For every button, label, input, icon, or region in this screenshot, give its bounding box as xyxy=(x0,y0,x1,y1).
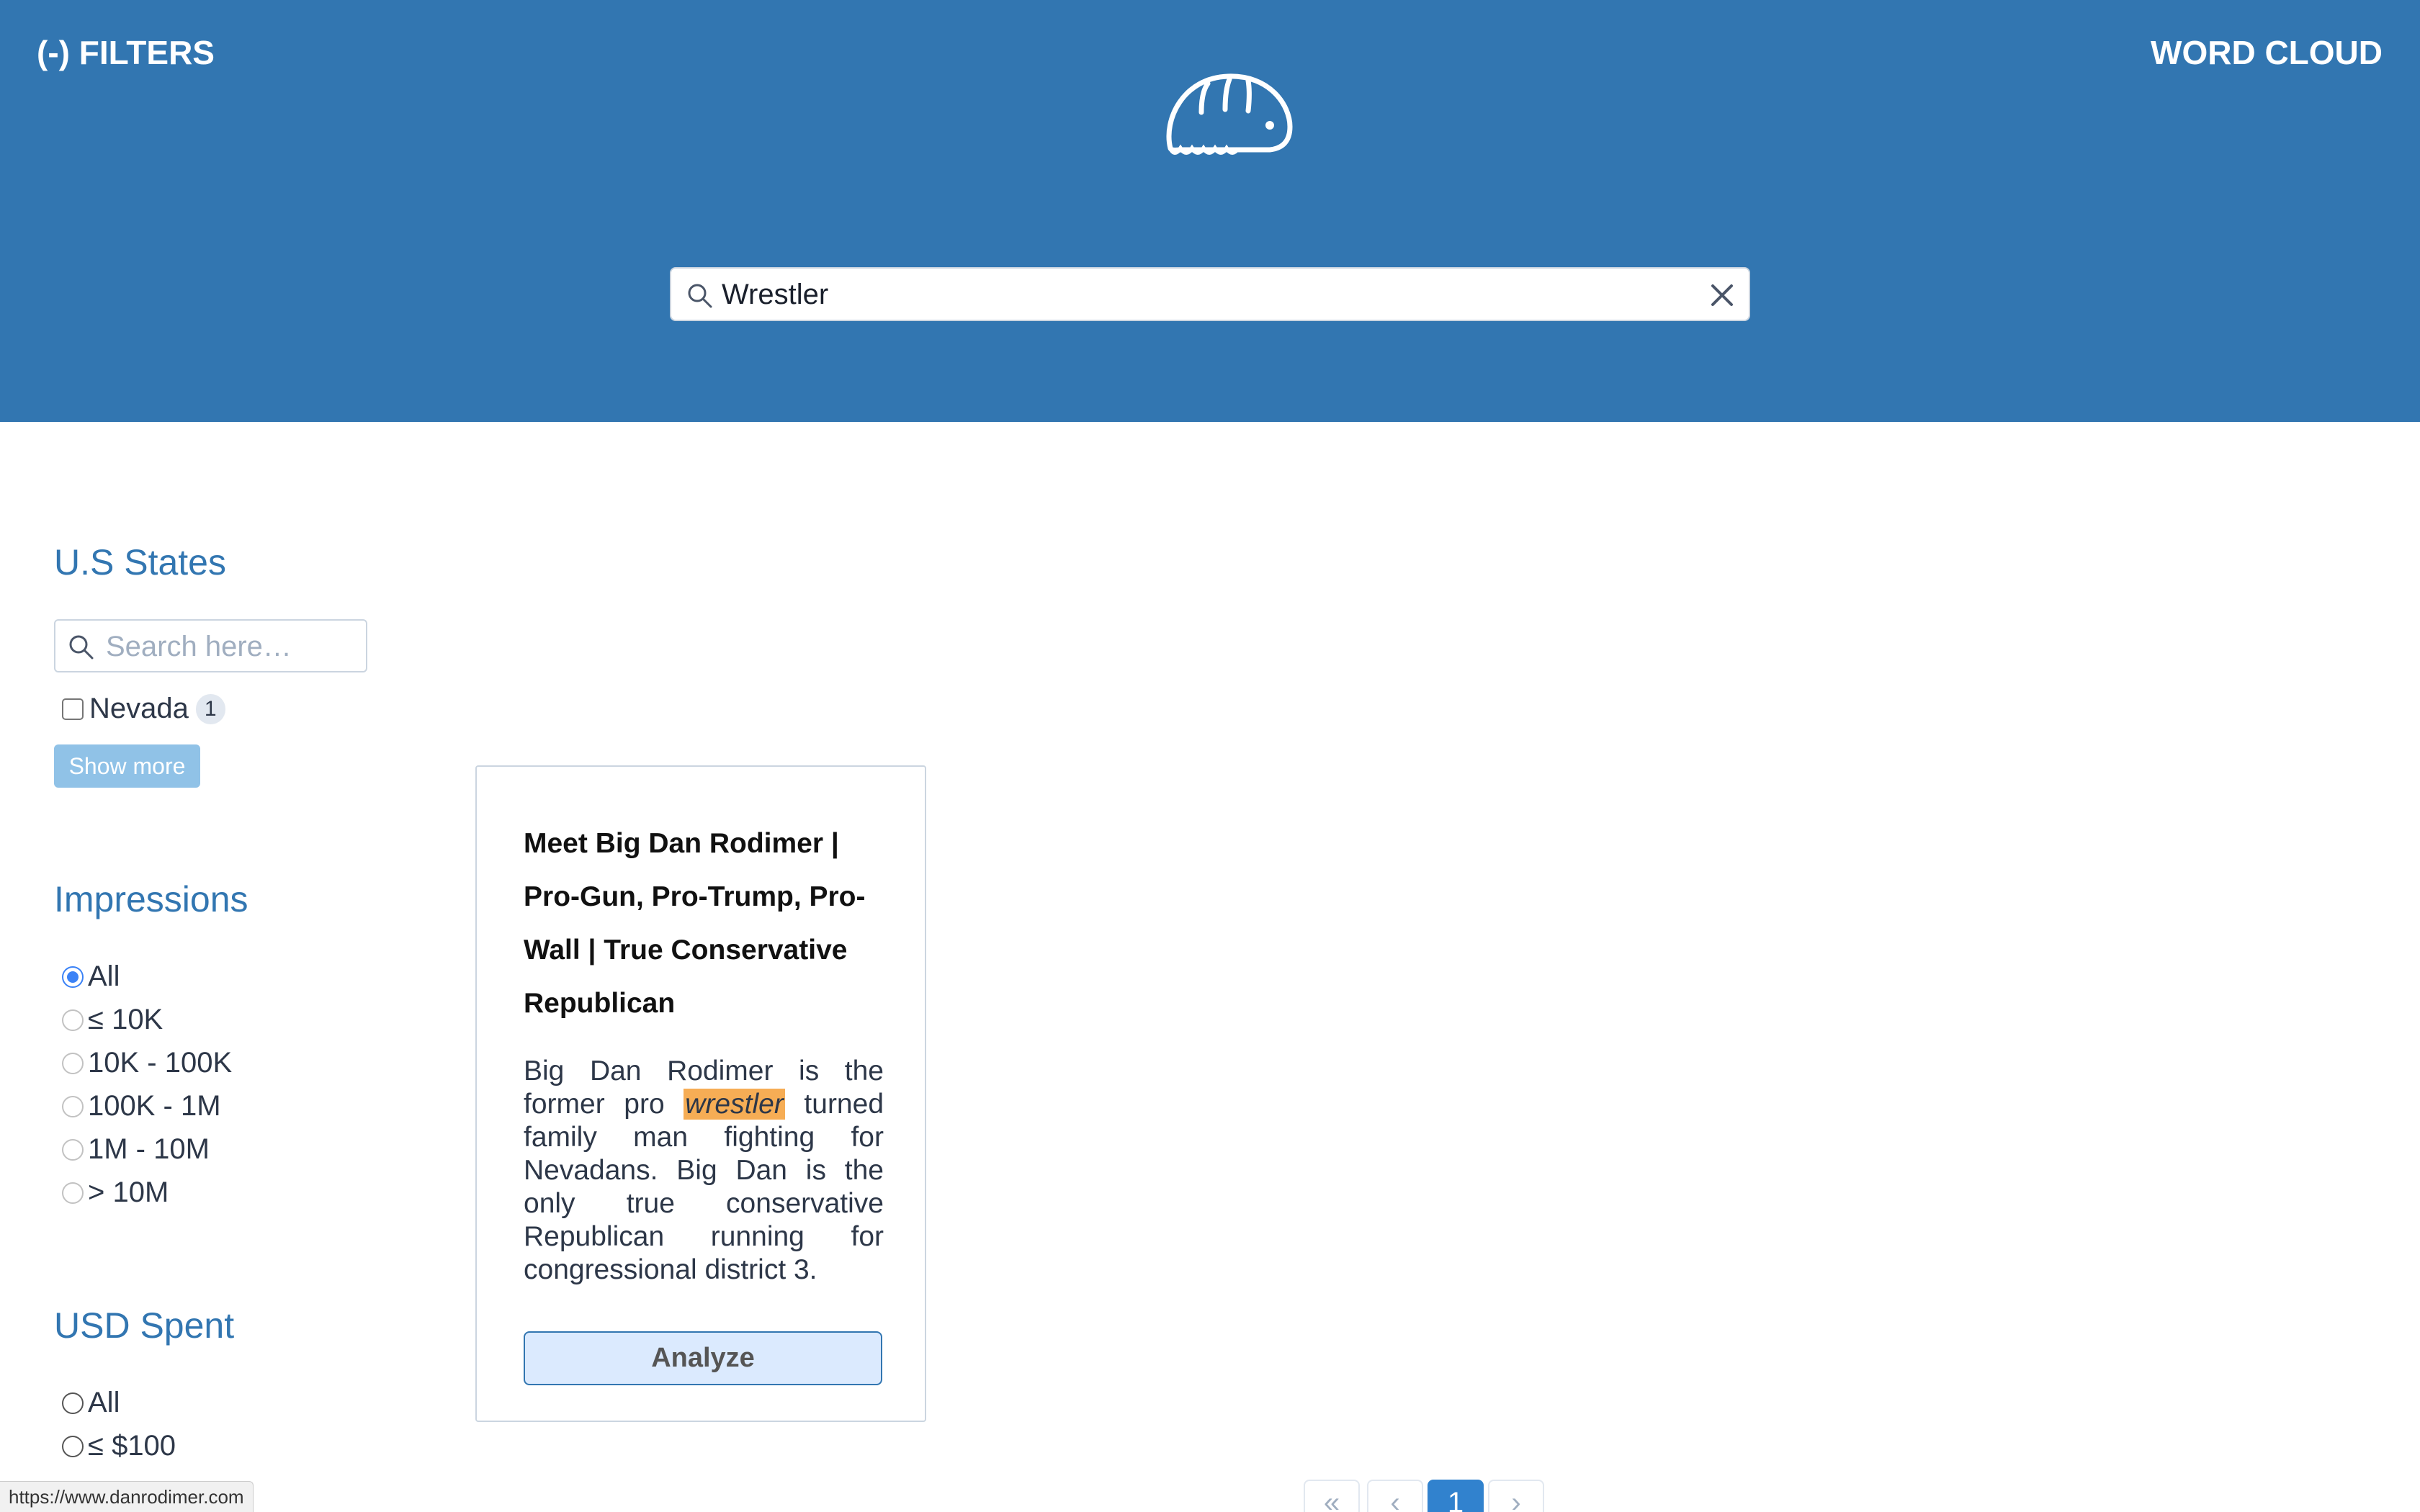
filters-toggle-button[interactable]: (-) FILTERS xyxy=(37,33,215,72)
state-label: Nevada xyxy=(89,693,189,724)
impressions-option-10k[interactable]: ≤ 10K xyxy=(62,1004,163,1036)
radio-label: > 10M xyxy=(88,1176,169,1208)
radio-label: All xyxy=(88,960,120,992)
word-cloud-link[interactable]: WORD CLOUD xyxy=(2151,33,2383,72)
page-1-button[interactable]: 1 xyxy=(1428,1480,1484,1512)
armadillo-logo-icon[interactable] xyxy=(1162,69,1296,164)
show-more-button[interactable]: Show more xyxy=(54,744,200,788)
main-search-bar[interactable]: Wrestler xyxy=(670,267,1750,321)
states-search-placeholder: Search here… xyxy=(106,631,292,662)
header-banner: (-) FILTERS WORD CLOUD Wrestler xyxy=(0,0,2420,422)
radio-button[interactable] xyxy=(62,966,84,988)
usd-option-100[interactable]: ≤ $100 xyxy=(62,1430,176,1462)
radio-button[interactable] xyxy=(62,1052,84,1074)
impressions-option-10m-plus[interactable]: > 10M xyxy=(62,1176,169,1209)
radio-button[interactable] xyxy=(62,1182,84,1204)
impressions-option-100k-1m[interactable]: 100K - 1M xyxy=(62,1090,221,1122)
prev-page-button[interactable]: ‹ xyxy=(1367,1480,1423,1512)
ad-result-card: Meet Big Dan Rodimer | Pro-Gun, Pro-Trum… xyxy=(475,765,926,1422)
close-icon[interactable] xyxy=(1707,280,1737,310)
radio-label: ≤ 10K xyxy=(88,1004,163,1035)
radio-button[interactable] xyxy=(62,1138,84,1161)
next-page-button[interactable]: › xyxy=(1488,1480,1544,1512)
impressions-section-title: Impressions xyxy=(54,879,248,919)
search-icon xyxy=(69,635,94,660)
radio-label: 10K - 100K xyxy=(88,1047,233,1079)
radio-button[interactable] xyxy=(62,1009,84,1031)
count-badge: 1 xyxy=(195,693,225,724)
ad-body: Big Dan Rodimer is the former pro wrestl… xyxy=(524,1055,884,1287)
search-icon xyxy=(688,284,712,308)
first-page-button[interactable]: « xyxy=(1304,1480,1360,1512)
usd-spent-section-title: USD Spent xyxy=(54,1305,235,1346)
impressions-option-all[interactable]: All xyxy=(62,960,120,993)
impressions-option-10k-100k[interactable]: 10K - 100K xyxy=(62,1047,232,1079)
radio-label: 1M - 10M xyxy=(88,1133,210,1165)
states-section-title: U.S States xyxy=(54,542,226,582)
states-search-field[interactable]: Search here… xyxy=(54,619,367,672)
ad-title: Meet Big Dan Rodimer | Pro-Gun, Pro-Trum… xyxy=(524,828,866,1019)
usd-option-all[interactable]: All xyxy=(62,1387,120,1419)
search-highlight: wrestler xyxy=(684,1089,785,1120)
analyze-button[interactable]: Analyze xyxy=(524,1331,882,1385)
radio-label: All xyxy=(88,1387,120,1418)
status-bar-url: https://www.danrodimer.com xyxy=(0,1481,254,1512)
radio-label: ≤ $100 xyxy=(88,1430,176,1462)
radio-button[interactable] xyxy=(62,1095,84,1117)
radio-label: 100K - 1M xyxy=(88,1090,221,1122)
impressions-option-1m-10m[interactable]: 1M - 10M xyxy=(62,1133,210,1166)
state-checkbox[interactable] xyxy=(62,698,84,720)
state-option-nevada[interactable]: Nevada 1 xyxy=(62,693,225,725)
radio-button[interactable] xyxy=(62,1392,84,1414)
main-search-input[interactable]: Wrestler xyxy=(722,276,828,313)
radio-button[interactable] xyxy=(62,1435,84,1457)
